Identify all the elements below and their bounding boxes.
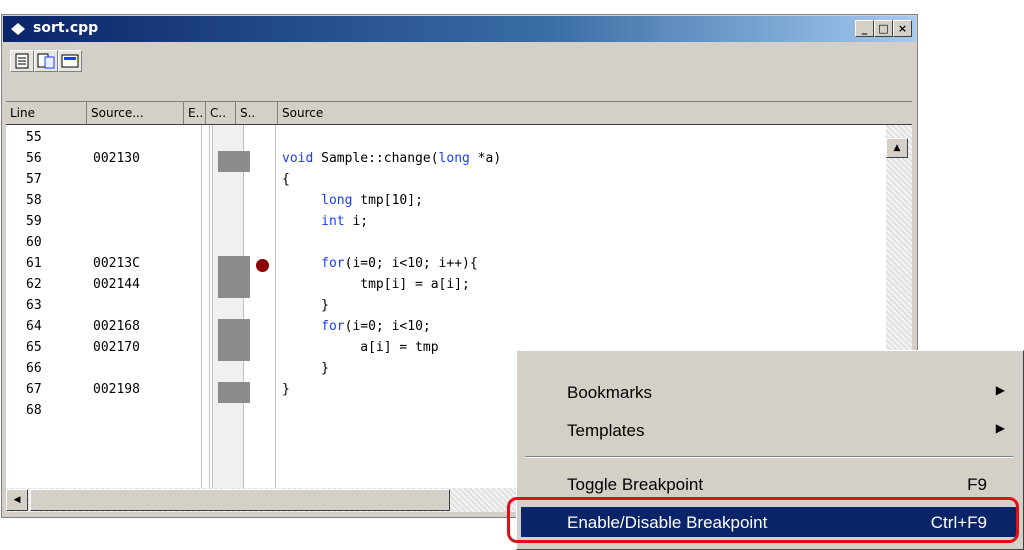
keyword: int [282, 214, 345, 229]
source-code: int i; [282, 214, 368, 229]
code-text: } [282, 298, 329, 313]
code-text: a[i] = tmp [282, 340, 439, 355]
line-number: 56 [26, 151, 42, 166]
line-number: 63 [26, 298, 42, 313]
code-text: *a) [469, 151, 502, 166]
keyword: void [282, 151, 314, 166]
code-row[interactable]: 62 002144 tmp[i] = a[i]; [6, 277, 886, 298]
code-text: (i=0; i<10; [344, 319, 431, 334]
line-number: 68 [26, 403, 42, 418]
source-code: for(i=0; i<10; [282, 319, 431, 334]
scroll-left-button[interactable]: ◀ [6, 489, 28, 511]
keyword: for [282, 319, 345, 334]
code-row[interactable]: 56 002130 void Sample::change(long *a) [6, 151, 886, 172]
code-row[interactable]: 59 int i; [6, 214, 886, 235]
source-address: 002168 [93, 319, 140, 334]
close-button[interactable]: × [893, 20, 912, 37]
code-text: (i=0; i<10; i++){ [344, 256, 478, 271]
submenu-arrow-icon: ▶ [995, 421, 1005, 435]
source-address: 002144 [93, 277, 140, 292]
source-code: } [282, 298, 329, 313]
horizontal-scroll-thumb[interactable] [30, 489, 450, 511]
menu-item-bookmarks[interactable]: Bookmarks ▶ [521, 377, 1017, 407]
keyword: for [282, 256, 345, 271]
source-code: void Sample::change(long *a) [282, 151, 501, 166]
source-code: { [282, 172, 290, 187]
line-number: 67 [26, 382, 42, 397]
code-text: } [282, 361, 329, 376]
code-text: } [282, 382, 290, 397]
line-number: 60 [26, 235, 42, 250]
code-text: tmp[10]; [352, 193, 423, 208]
code-row[interactable]: 58 long tmp[10]; [6, 193, 886, 214]
line-number: 62 [26, 277, 42, 292]
code-row[interactable]: 61 00213C for(i=0; i<10; i++){ [6, 256, 886, 277]
line-number: 61 [26, 256, 42, 271]
coverage-marker [218, 277, 250, 298]
line-number: 66 [26, 361, 42, 376]
source-code: } [282, 382, 290, 397]
scroll-up-button[interactable]: ▲ [886, 138, 908, 158]
code-row[interactable]: 64 002168 for(i=0; i<10; [6, 319, 886, 340]
menu-separator [525, 456, 1013, 458]
code-row[interactable]: 57 { [6, 172, 886, 193]
source-code: } [282, 361, 329, 376]
line-number: 65 [26, 340, 42, 355]
source-code: long tmp[10]; [282, 193, 423, 208]
code-text: tmp[i] = a[i]; [282, 277, 470, 292]
keyword: long [438, 151, 470, 166]
source-address: 002170 [93, 340, 140, 355]
code-row[interactable]: 55 [6, 130, 886, 151]
menu-item-label: Toggle Breakpoint [567, 475, 704, 494]
coverage-marker [218, 382, 250, 403]
coverage-marker [218, 151, 250, 172]
menu-item-templates[interactable]: Templates ▶ [521, 415, 1017, 445]
line-number: 64 [26, 319, 42, 334]
highlight-outline [507, 497, 1019, 543]
source-address: 002130 [93, 151, 140, 166]
source-code: a[i] = tmp [282, 340, 439, 355]
coverage-marker [218, 340, 250, 361]
line-number: 55 [26, 130, 42, 145]
line-number: 57 [26, 172, 42, 187]
keyword: long [282, 193, 353, 208]
line-number: 58 [26, 193, 42, 208]
source-address: 002198 [93, 382, 140, 397]
menu-item-shortcut: F9 [967, 475, 987, 494]
breakpoint-icon[interactable] [256, 259, 269, 272]
menu-item-label: Templates [567, 421, 645, 440]
source-address: 00213C [93, 256, 140, 271]
coverage-marker [218, 319, 250, 340]
source-code: tmp[i] = a[i]; [282, 277, 470, 292]
source-code: for(i=0; i<10; i++){ [282, 256, 478, 271]
code-row[interactable]: 63 } [6, 298, 886, 319]
coverage-marker [218, 256, 250, 277]
code-row[interactable]: 60 [6, 235, 886, 256]
code-text: Sample::change( [313, 151, 439, 166]
submenu-arrow-icon: ▶ [995, 383, 1005, 397]
line-number: 59 [26, 214, 42, 229]
menu-item-label: Bookmarks [567, 383, 653, 402]
code-text: i; [344, 214, 369, 229]
code-text: { [282, 172, 290, 187]
menu-item-toggle-breakpoint[interactable]: Toggle Breakpoint F9 [521, 469, 1017, 499]
